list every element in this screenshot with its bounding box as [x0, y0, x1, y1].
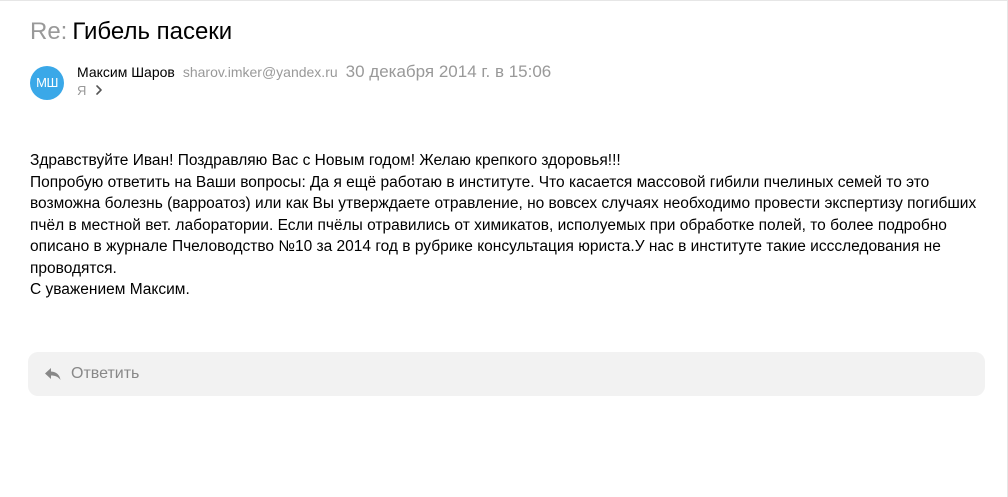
subject-title: Гибель пасеки: [72, 18, 233, 45]
top-divider: [0, 0, 1008, 1]
reply-arrow-icon: [44, 366, 62, 382]
body-paragraph: Здравствуйте Иван! Поздравляю Вас с Новы…: [30, 152, 621, 169]
recipient-label[interactable]: Я: [77, 83, 86, 98]
subject-prefix: Re:: [30, 18, 68, 45]
recipient-line[interactable]: Я: [77, 82, 104, 98]
sent-date: 30 декабря 2014 г. в 15:06: [345, 62, 552, 81]
message-subject: Re: Гибель пасеки: [30, 18, 232, 46]
message-body: Здравствуйте Иван! Поздравляю Вас с Новы…: [30, 150, 990, 301]
sender-name[interactable]: Максим Шаров: [77, 64, 175, 80]
body-paragraph: Попробую ответить на Ваши вопросы: Да я …: [30, 173, 977, 277]
reply-label[interactable]: Ответить: [71, 365, 139, 383]
chevron-right-icon[interactable]: [94, 84, 104, 96]
sender-email[interactable]: sharov.imker@yandex.ru: [183, 64, 338, 80]
body-paragraph: С уважением Максим.: [30, 281, 190, 298]
sender-avatar[interactable]: МШ: [30, 66, 64, 100]
reply-button[interactable]: Ответить: [28, 352, 985, 396]
sender-line: Максим Шаров sharov.imker@yandex.ru 30 д…: [77, 62, 551, 84]
